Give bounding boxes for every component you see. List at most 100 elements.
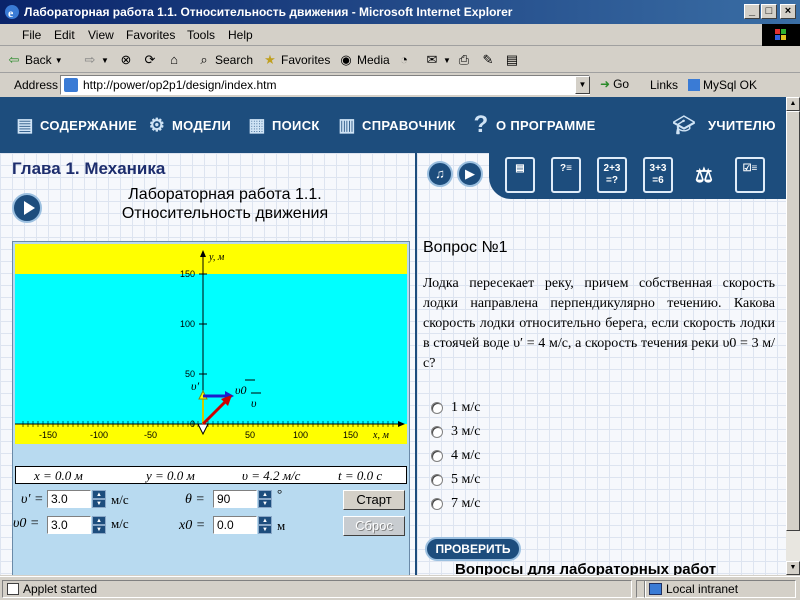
print-button[interactable]: ⎙ <box>456 50 472 70</box>
v0-spinner[interactable]: ▲ ▼ <box>92 516 106 534</box>
status-text-panel: Applet started <box>2 580 632 598</box>
x0-spinner[interactable]: ▲ ▼ <box>258 516 272 534</box>
spin-up-icon[interactable]: ▲ <box>258 490 272 499</box>
maximize-button[interactable]: □ <box>761 4 777 19</box>
exercise-icon[interactable]: 2+3 =? <box>597 157 627 193</box>
mail-button[interactable]: ✉ ▼ <box>424 50 451 70</box>
spin-down-icon[interactable]: ▼ <box>92 525 106 534</box>
close-button[interactable]: × <box>780 4 796 19</box>
textbook-icon[interactable]: ▤ <box>505 157 535 193</box>
simulation-applet: y, м x, м 150 100 50 0 -150 -100 -50 50 … <box>12 241 410 575</box>
answer-option[interactable]: 5 м/с <box>431 472 480 488</box>
theta-spinner[interactable]: ▲ ▼ <box>258 490 272 508</box>
question-toolbar: ♫ ▶ ▤ ?≡ 2+3 =? 3+3 =6 ⚖ ☑≡ <box>417 153 786 199</box>
nav-reference[interactable]: ▥ СПРАВОЧНИК <box>336 113 456 137</box>
question-title: Вопрос №1 <box>423 239 508 256</box>
go-button[interactable]: ➜ Go <box>600 77 629 91</box>
vector-v-label: υ <box>251 396 257 410</box>
minimize-button[interactable]: _ <box>744 4 760 19</box>
menu-favorites[interactable]: Favorites <box>126 28 175 42</box>
spin-up-icon[interactable]: ▲ <box>258 516 272 525</box>
notebook-icon: ▦ <box>248 115 266 135</box>
spin-up-icon[interactable]: ▲ <box>92 516 106 525</box>
address-dropdown-button[interactable]: ▼ <box>575 76 590 94</box>
gears-icon: ⚙ <box>148 115 166 135</box>
checklist-icon[interactable]: ☑≡ <box>735 157 765 193</box>
x-tick-label: 100 <box>293 430 308 440</box>
answer-icon[interactable]: 3+3 =6 <box>643 157 673 193</box>
start-button[interactable]: Старт <box>343 490 405 510</box>
discuss-button[interactable]: ▤ <box>504 50 520 70</box>
theta-input[interactable]: 90 <box>213 490 257 508</box>
window-title: Лабораторная работа 1.1. Относительность… <box>24 5 513 19</box>
refresh-button[interactable]: ⟳ <box>142 50 158 70</box>
intranet-icon <box>649 583 662 595</box>
scroll-thumb[interactable] <box>786 111 800 531</box>
readout-t: t = 0.0 с <box>338 468 383 483</box>
x-tick-label: 150 <box>343 430 358 440</box>
v0-input[interactable]: 3.0 <box>47 516 91 534</box>
search-button[interactable]: ⌕ Search <box>196 50 253 70</box>
radio-button[interactable] <box>431 402 443 414</box>
vector-v-prime-label: υ′ <box>191 379 200 393</box>
back-arrow-icon: ⇦ <box>8 52 20 67</box>
narration-icon[interactable]: ▶ <box>457 161 483 187</box>
menu-view[interactable]: View <box>88 28 114 42</box>
spin-down-icon[interactable]: ▼ <box>258 525 272 534</box>
sound-icon[interactable]: ♫ <box>427 161 453 187</box>
answer-option[interactable]: 4 м/с <box>431 448 480 464</box>
v-prime-spinner[interactable]: ▲ ▼ <box>92 490 106 508</box>
media-button[interactable]: ◉ Media <box>338 50 389 70</box>
answer-option[interactable]: 3 м/с <box>431 424 480 440</box>
menu-edit[interactable]: Edit <box>54 28 75 42</box>
question-text: Лодка пересекает реку, причем собственна… <box>423 276 775 371</box>
back-button[interactable]: ⇦ Back ▼ <box>6 50 63 70</box>
radio-button[interactable] <box>431 498 443 510</box>
menu-file[interactable]: File <box>22 28 41 42</box>
internet-explorer-icon: e <box>5 5 19 20</box>
answer-option[interactable]: 1 м/с <box>431 400 480 416</box>
play-icon[interactable] <box>12 193 42 223</box>
lab-questions-link[interactable]: Вопросы для лабораторных работ <box>455 561 716 575</box>
x-tick-label: 50 <box>245 430 255 440</box>
check-answer-button[interactable]: ПРОВЕРИТЬ <box>425 537 521 561</box>
nav-contents[interactable]: ▤ СОДЕРЖАНИЕ <box>14 113 137 137</box>
answer-option[interactable]: 7 м/с <box>431 496 480 512</box>
nav-search[interactable]: ▦ ПОИСК <box>246 113 320 137</box>
x0-input[interactable]: 0.0 <box>213 516 257 534</box>
favorites-button[interactable]: ★ Favorites <box>262 50 330 70</box>
dropdown-arrow-icon: ▼ <box>101 55 109 65</box>
river-water <box>15 274 407 424</box>
menu-help[interactable]: Help <box>228 28 253 42</box>
address-input[interactable]: http://power/op2p1/design/index.htm <box>60 75 590 95</box>
menu-tools[interactable]: Tools <box>187 28 215 42</box>
vertical-scrollbar[interactable]: ▲ ▼ <box>786 97 800 575</box>
mysql-link[interactable]: MySql OK <box>688 78 757 92</box>
v-prime-input[interactable]: 3.0 <box>47 490 91 508</box>
spin-up-icon[interactable]: ▲ <box>92 490 106 499</box>
links-toolbar[interactable]: Links <box>650 78 678 92</box>
chapter-title: Глава 1. Механика <box>12 159 166 178</box>
media-icon: ◉ <box>340 52 352 67</box>
radio-button[interactable] <box>431 426 443 438</box>
radio-button[interactable] <box>431 450 443 462</box>
nav-about[interactable]: ? О ПРОГРАММЕ <box>470 113 596 137</box>
history-button[interactable]: ◔ <box>396 50 412 70</box>
forward-button[interactable]: ⇨ ▼ <box>82 50 109 70</box>
window-title-bar: e Лабораторная работа 1.1. Относительнос… <box>0 0 800 24</box>
river-simulation[interactable]: y, м x, м 150 100 50 0 -150 -100 -50 50 … <box>15 244 407 444</box>
radio-button[interactable] <box>431 474 443 486</box>
stop-icon: ⊗ <box>120 52 132 67</box>
nav-teacher[interactable]: 🎓︎ УЧИТЕЛЮ <box>664 113 776 137</box>
scroll-down-icon[interactable]: ▼ <box>786 561 800 575</box>
scroll-up-icon[interactable]: ▲ <box>786 97 800 111</box>
nav-models[interactable]: ⚙ МОДЕЛИ <box>146 113 231 137</box>
spin-down-icon[interactable]: ▼ <box>92 499 106 508</box>
home-button[interactable]: ⌂ <box>166 50 182 70</box>
scales-icon[interactable]: ⚖ <box>689 157 719 193</box>
reset-button[interactable]: Сброс <box>343 516 405 536</box>
stop-button[interactable]: ⊗ <box>118 50 134 70</box>
questions-icon[interactable]: ?≡ <box>551 157 581 193</box>
spin-down-icon[interactable]: ▼ <box>258 499 272 508</box>
edit-button[interactable]: ✎ <box>480 50 496 70</box>
